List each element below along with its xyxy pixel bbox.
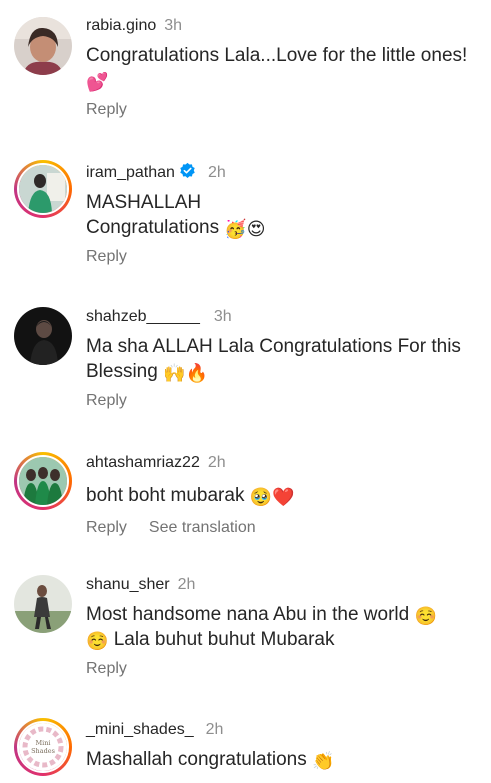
comment-text-content-2: Lala buhut buhut Mubarak [113,629,335,650]
comment-text-line: MASHALLAH [86,192,202,213]
reply-button[interactable]: Reply [86,660,127,677]
comment-meta: shahzeb______ 3h [86,307,483,327]
comment-time: 2h [207,164,226,181]
comment-time: 2h [177,576,196,593]
avatar-image [14,575,72,633]
comment-time: 3h [164,17,183,34]
avatar[interactable] [14,307,72,365]
comment-actions: Reply [86,247,483,267]
reply-button[interactable]: Reply [86,392,127,409]
avatar-image [14,307,72,365]
comment-text-line-2: Congratulations 🥳😍 [86,215,483,240]
comment-text-content: boht boht mubarak [86,485,245,506]
username[interactable]: iram_pathan [86,164,175,181]
avatar-image [19,457,67,505]
comment-time: 2h [207,454,226,471]
avatar[interactable] [14,575,72,633]
comment-text-content: Mashallah congratulations [86,749,307,770]
comment-meta: rabia.gino 3h [86,16,483,36]
reply-button[interactable]: Reply [86,248,127,265]
comment-actions: Reply [86,659,483,679]
avatar-with-story-ring[interactable]: Mini Shades [14,718,72,776]
reply-button[interactable]: Reply [86,519,127,536]
comment-text: Mashallah congratulations 👏 [86,747,483,772]
comment-text: Ma sha ALLAH Lala Congratulations For th… [86,334,483,384]
comment-emojis: 💕 [86,72,109,93]
comment-meta: ahtashamriaz22 2h [86,453,483,473]
comment-body: ahtashamriaz22 2h boht boht mubarak 🥹❤️ R… [86,453,483,538]
comment-text-content: Congratulations [86,217,220,238]
comment-text: MASHALLAH Congratulations 🥳😍 [86,190,483,240]
avatar-inner [17,163,69,215]
verified-badge-icon [180,162,195,178]
comment-actions: Reply [86,391,483,411]
comment-meta: iram_pathan 2h [86,162,483,183]
avatar-inner: Mini Shades [17,721,69,773]
avatar-image [14,17,72,75]
avatar-with-story-ring[interactable] [14,452,72,510]
comment-emojis: 👏 [312,751,335,772]
avatar-logo-text-2: Shades [31,747,55,755]
username[interactable]: ahtashamriaz22 [86,454,200,471]
username[interactable]: shahzeb______ [86,308,200,325]
comment-text: Most handsome nana Abu in the world ☺️ ☺… [86,602,483,652]
comment-text-content: Most handsome nana Abu in the world [86,604,410,625]
see-translation-button[interactable]: See translation [149,519,256,536]
comment-emojis: 🥹❤️ [249,487,295,508]
username[interactable]: rabia.gino [86,17,156,34]
comment-time: 3h [213,308,232,325]
avatar[interactable] [14,17,72,75]
comment-emoji-2: ☺️ [86,631,109,652]
reply-button[interactable]: Reply [86,101,127,118]
username[interactable]: _mini_shades_ [86,721,194,738]
comment-emoji: ☺️ [414,606,437,627]
comment-body: rabia.gino 3h Congratulations Lala...Love… [86,16,483,120]
avatar-logo-text-1: Mini [36,739,51,747]
comment-text: boht boht mubarak 🥹❤️ [86,483,483,508]
comment-actions: Reply See translation [86,518,483,538]
avatar-inner [17,455,69,507]
comment-emojis: 🥳😍 [224,219,266,240]
comment-meta: _mini_shades_ 2h [86,720,483,740]
comment-text: Congratulations Lala...Love for the litt… [86,43,483,93]
comment-emojis: 🙌🔥 [163,363,208,384]
comment-body: shahzeb______ 3h Ma sha ALLAH Lala Congra… [86,307,483,411]
comment-text-content: Congratulations Lala...Love for the litt… [86,45,468,66]
comment-body: _mini_shades_ 2h Mashallah congratulation… [86,720,483,772]
comment-meta: shanu_sher 2h [86,575,483,595]
comment-text-content: Ma sha ALLAH Lala Congratulations For th… [86,336,461,382]
avatar-image [19,165,67,213]
username[interactable]: shanu_sher [86,576,170,593]
avatar-image: Mini Shades [19,723,67,771]
avatar-with-story-ring[interactable] [14,160,72,218]
comment-time: 2h [205,721,224,738]
comment-body: iram_pathan 2h MASHALLAH Congratulations … [86,162,483,267]
comment-body: shanu_sher 2h Most handsome nana Abu in t… [86,575,483,679]
comment-actions: Reply [86,100,483,120]
